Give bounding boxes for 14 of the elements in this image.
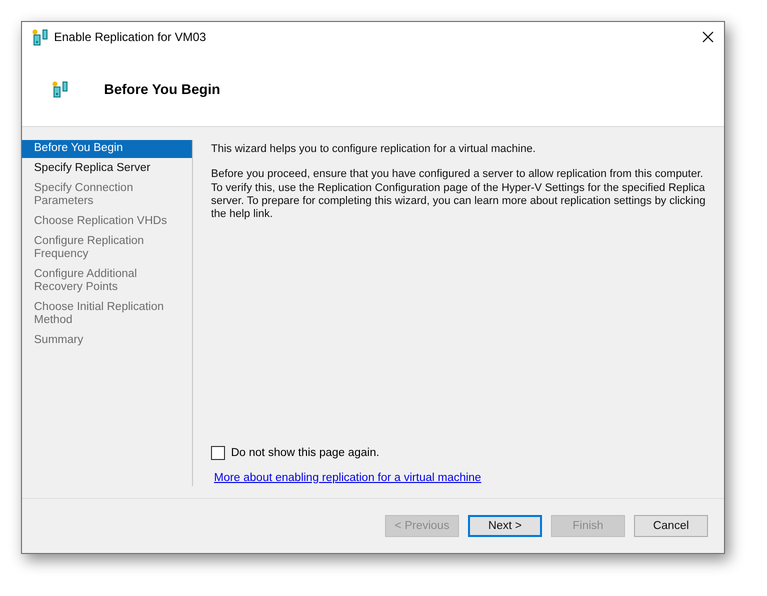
wizard-step[interactable]: Before You Begin xyxy=(22,140,192,158)
wizard-step[interactable]: Specify Replica Server xyxy=(22,160,192,178)
checkbox-label[interactable]: Do not show this page again. xyxy=(231,447,380,459)
wizard-button[interactable]: Next > xyxy=(468,515,542,537)
close-icon[interactable] xyxy=(702,31,714,43)
wizard-button[interactable]: Cancel xyxy=(634,515,708,537)
help-link[interactable]: More about enabling replication for a virtual machine xyxy=(214,472,482,484)
page-heading: Before You Begin xyxy=(104,81,220,97)
description-paragraph: This wizard helps you to configure replication for a virtual machine. xyxy=(211,143,537,156)
server-icon xyxy=(52,80,69,98)
checkbox[interactable] xyxy=(211,446,225,460)
server-icon xyxy=(32,28,49,46)
description-paragraph: Before you proceed, ensure that you have configured a server to allow replication from this computer. To verify this, use the Replication Configuration page of the Hyper-V Settings for the specified Replica server. To prepare for completing this wizard, you can learn more about replication settings by clicking the help link. xyxy=(211,168,706,222)
window-title: Enable Replication for VM03 xyxy=(54,30,208,44)
